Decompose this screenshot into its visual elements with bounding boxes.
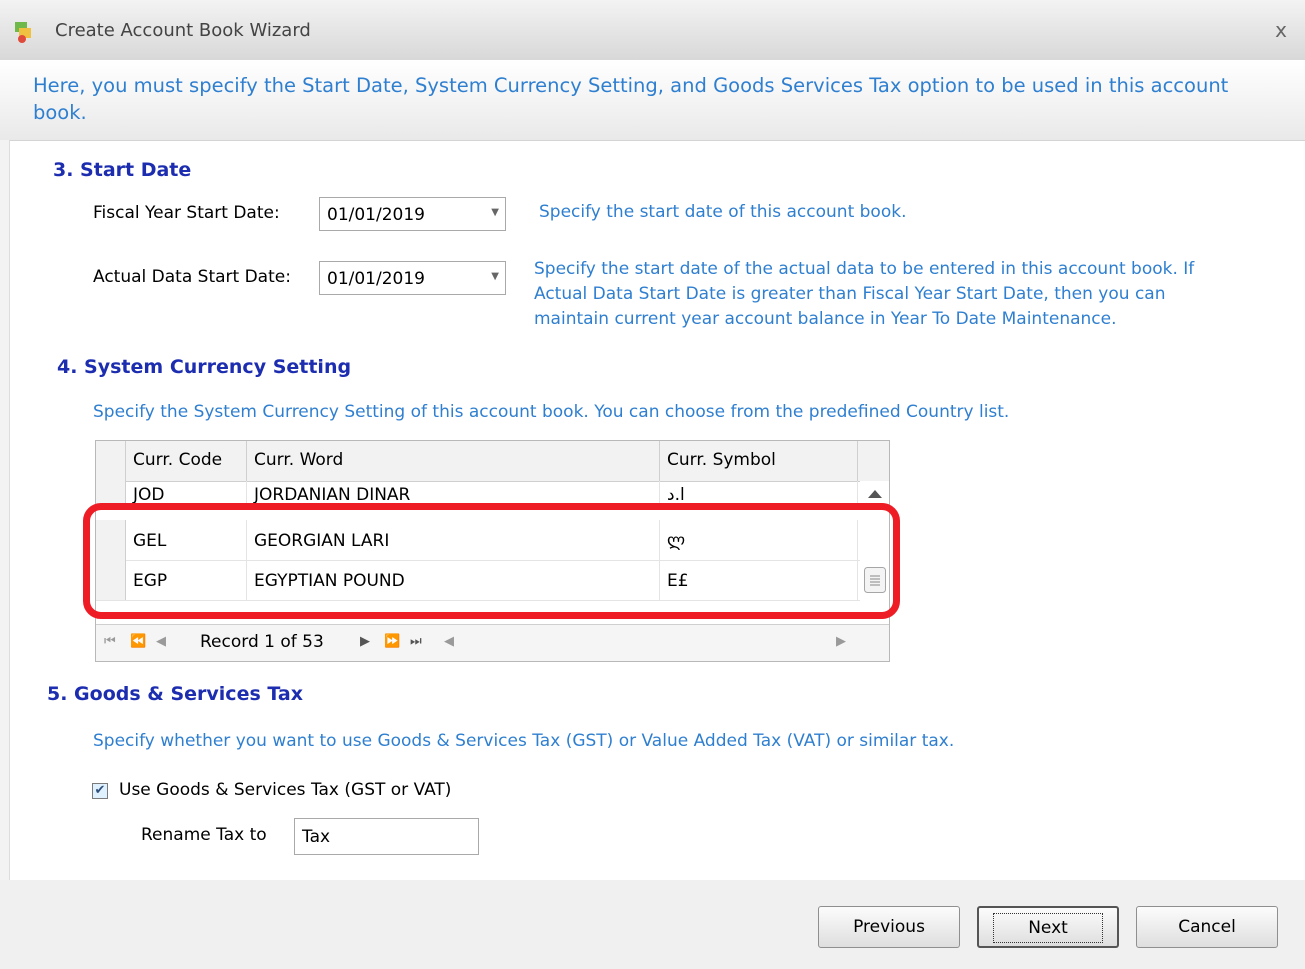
fiscal-start-value: 01/01/2019 xyxy=(327,205,425,225)
currency-hint: Specify the System Currency Setting of t… xyxy=(93,402,1010,422)
first-record-icon[interactable]: ⏮ xyxy=(104,634,116,649)
column-header-word[interactable]: Curr. Word xyxy=(247,441,660,481)
start-date-heading: 3. Start Date xyxy=(53,159,192,181)
gst-hint: Specify whether you want to use Goods & … xyxy=(93,731,955,751)
instruction-text: Here, you must specify the Start Date, S… xyxy=(33,74,1229,124)
next-button-label: Next xyxy=(993,913,1103,943)
actual-start-label: Actual Data Start Date: xyxy=(93,267,291,287)
window-title: Create Account Book Wizard xyxy=(55,20,311,41)
fiscal-start-label: Fiscal Year Start Date: xyxy=(93,203,280,223)
row-indicator-header xyxy=(96,441,126,481)
next-button[interactable]: Next xyxy=(977,906,1119,948)
red-highlight-annotation xyxy=(83,503,900,619)
gst-heading: 5. Goods & Services Tax xyxy=(47,683,303,705)
scroll-up-icon[interactable] xyxy=(867,489,883,499)
rename-tax-label: Rename Tax to xyxy=(141,825,267,845)
dropdown-arrow-icon[interactable]: ▼ xyxy=(491,207,499,218)
actual-start-hint-line-2: Actual Data Start Date is greater than F… xyxy=(534,284,1166,304)
use-gst-checkbox[interactable]: ✔ xyxy=(92,783,108,799)
next-page-icon[interactable]: ⏩ xyxy=(384,634,400,649)
previous-button[interactable]: Previous xyxy=(818,906,960,948)
record-navigator: ⏮ ⏪ ◀ Record 1 of 53 ▶ ⏩ ⏭ ◀ ▶ xyxy=(96,624,889,661)
last-record-icon[interactable]: ⏭ xyxy=(410,634,422,649)
account-book-icon xyxy=(15,22,31,43)
actual-start-hint-line-3: maintain current year account balance in… xyxy=(534,309,1117,329)
cancel-button[interactable]: Cancel xyxy=(1136,906,1278,948)
previous-page-icon[interactable]: ⏪ xyxy=(130,634,146,649)
cell-code[interactable]: JOD xyxy=(126,481,247,503)
fiscal-start-date-picker[interactable]: 01/01/2019 ▼ xyxy=(319,197,506,231)
scroll-right-icon[interactable]: ▶ xyxy=(836,634,846,649)
record-counter: Record 1 of 53 xyxy=(200,632,324,652)
instruction-banner: Here, you must specify the Start Date, S… xyxy=(0,60,1305,141)
scroll-left-icon[interactable]: ◀ xyxy=(444,634,454,649)
row-indicator[interactable] xyxy=(96,481,126,503)
cell-symbol[interactable]: ا.د xyxy=(660,481,858,503)
column-header-code[interactable]: Curr. Code xyxy=(126,441,247,481)
actual-start-value: 01/01/2019 xyxy=(327,269,425,289)
use-gst-label[interactable]: Use Goods & Services Tax (GST or VAT) xyxy=(119,780,451,800)
table-row[interactable]: JOD JORDANIAN DINAR ا.د xyxy=(96,481,889,504)
actual-start-hint-line-1: Specify the start date of the actual dat… xyxy=(534,259,1195,279)
close-icon[interactable]: x xyxy=(1275,18,1287,42)
currency-heading: 4. System Currency Setting xyxy=(57,356,352,378)
scroll-header xyxy=(858,441,889,481)
left-frame-border xyxy=(0,140,10,969)
dropdown-arrow-icon[interactable]: ▼ xyxy=(491,271,499,282)
fiscal-start-hint: Specify the start date of this account b… xyxy=(539,202,907,222)
previous-record-icon[interactable]: ◀ xyxy=(156,634,166,649)
next-record-icon[interactable]: ▶ xyxy=(360,634,370,649)
title-bar: Create Account Book Wizard x xyxy=(0,0,1305,61)
rename-tax-input[interactable]: Tax xyxy=(294,818,479,855)
grid-header: Curr. Code Curr. Word Curr. Symbol xyxy=(96,441,889,482)
cell-word[interactable]: JORDANIAN DINAR xyxy=(247,481,660,503)
column-header-symbol[interactable]: Curr. Symbol xyxy=(660,441,858,481)
actual-start-date-picker[interactable]: 01/01/2019 ▼ xyxy=(319,261,506,295)
